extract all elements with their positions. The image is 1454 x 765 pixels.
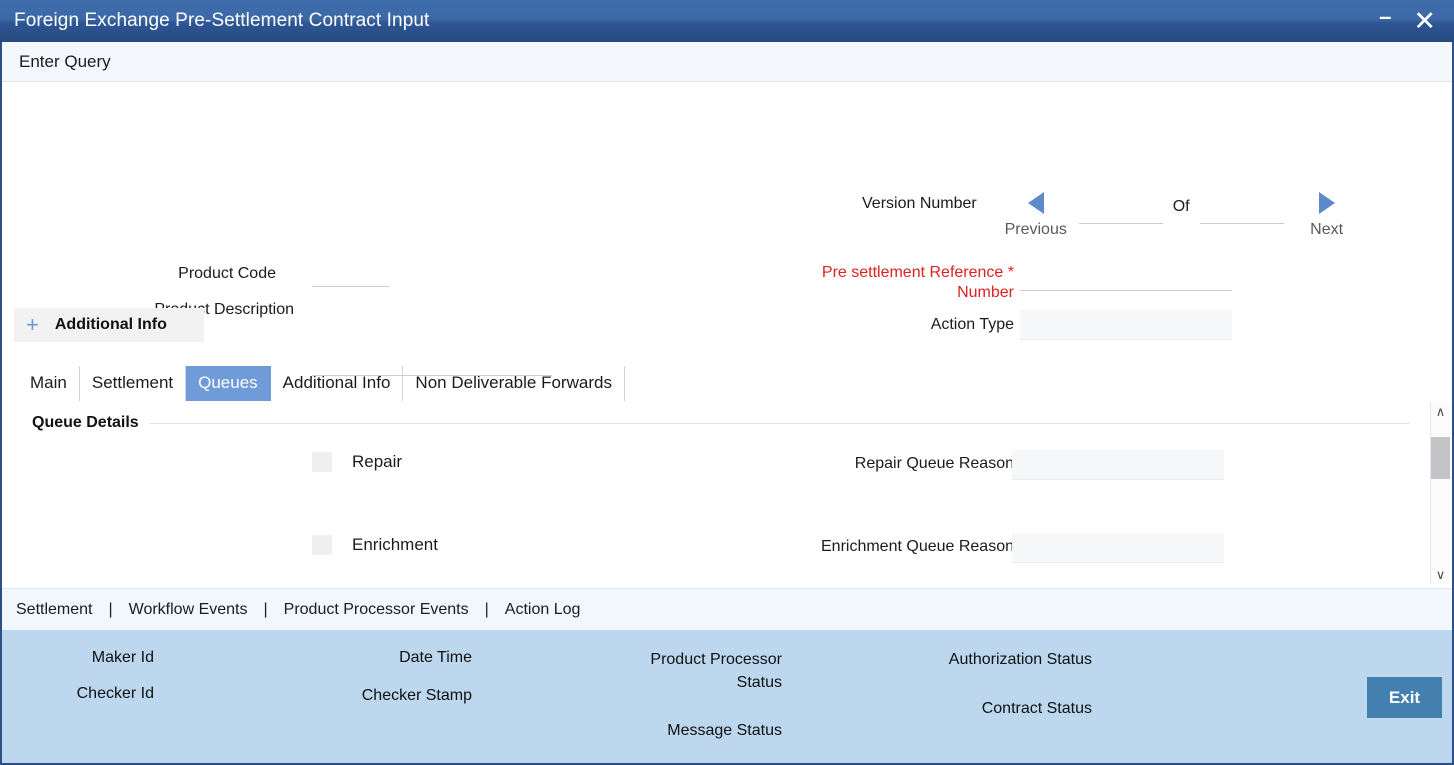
queue-details-section-header: Queue Details — [32, 414, 1410, 432]
window-title: Foreign Exchange Pre-Settlement Contract… — [14, 10, 430, 31]
queue-details-title: Queue Details — [32, 414, 139, 431]
link-separator: | — [484, 600, 489, 618]
minimize-icon[interactable]: – — [1379, 6, 1391, 28]
link-product-processor-events[interactable]: Product Processor Events — [284, 601, 469, 619]
close-icon[interactable]: ✕ — [1413, 7, 1436, 35]
tab-bar: Main Settlement Queues Additional Info N… — [24, 366, 625, 401]
version-total-input[interactable] — [1199, 198, 1284, 224]
sub-screen-links-bar: Settlement | Workflow Events | Product P… — [2, 588, 1452, 630]
application-window: Foreign Exchange Pre-Settlement Contract… — [0, 0, 1454, 765]
pre-settlement-reference-label-line2: Number — [957, 284, 1014, 302]
tab-settlement[interactable]: Settlement — [80, 366, 187, 401]
panel-scrollbar[interactable]: ∧ ∨ — [1430, 402, 1450, 584]
previous-arrow-icon[interactable] — [1027, 192, 1044, 214]
repair-checkbox-row[interactable]: Repair — [312, 452, 402, 472]
link-settlement[interactable]: Settlement — [16, 601, 92, 619]
scroll-down-icon[interactable]: ∨ — [1436, 565, 1446, 584]
scrollbar-thumb[interactable] — [1431, 437, 1450, 479]
version-number-label: Version Number — [862, 195, 977, 212]
enrichment-checkbox-label: Enrichment — [352, 535, 438, 554]
enrichment-queue-reason-input[interactable] — [1012, 533, 1224, 563]
header-form: Version Number Previous Of Next Product … — [2, 82, 1452, 376]
link-separator: | — [108, 600, 113, 618]
scroll-up-icon[interactable]: ∧ — [1436, 402, 1446, 421]
queues-tab-panel: Queue Details — [2, 401, 1452, 585]
product-code-input[interactable] — [312, 263, 389, 287]
additional-info-accordion[interactable]: + Additional Info — [14, 308, 204, 342]
next-label: Next — [1310, 221, 1344, 238]
enrichment-checkbox-row[interactable]: Enrichment — [312, 535, 438, 555]
checker-stamp-label: Checker Stamp — [361, 687, 472, 704]
action-type-label: Action Type — [930, 316, 1014, 333]
date-time-label: Date Time — [399, 649, 472, 666]
previous-label: Previous — [1004, 221, 1067, 238]
repair-queue-reason-label: Repair Queue Reason — [854, 455, 1014, 472]
next-version-control[interactable]: Next — [1288, 192, 1366, 239]
version-number-row: Version Number Previous Of Next — [862, 192, 1366, 239]
next-arrow-icon[interactable] — [1318, 192, 1335, 214]
plus-icon: + — [26, 312, 39, 337]
version-current-input[interactable] — [1078, 198, 1163, 224]
repair-checkbox[interactable] — [312, 452, 332, 472]
message-status-label: Message Status — [667, 722, 782, 739]
tab-queues[interactable]: Queues — [186, 366, 271, 401]
action-type-input[interactable] — [1020, 310, 1232, 340]
exit-button[interactable]: Exit — [1367, 677, 1442, 718]
previous-version-control[interactable]: Previous — [997, 192, 1075, 239]
tab-non-deliverable-forwards[interactable]: Non Deliverable Forwards — [403, 366, 625, 401]
repair-queue-reason-input[interactable] — [1012, 450, 1224, 480]
maker-id-label: Maker Id — [91, 649, 154, 666]
additional-info-accordion-label: Additional Info — [54, 316, 167, 333]
pre-settlement-reference-number-input[interactable] — [1020, 267, 1232, 291]
tab-main[interactable]: Main — [24, 366, 80, 401]
pre-settlement-reference-label-line1: Pre settlement Reference — [821, 264, 1004, 281]
tab-additional-info[interactable]: Additional Info — [271, 366, 404, 401]
product-code-label: Product Code — [178, 265, 276, 282]
scrollbar-track[interactable] — [1431, 421, 1450, 565]
checker-id-label: Checker Id — [76, 685, 154, 702]
enter-query-button[interactable]: Enter Query — [19, 52, 111, 72]
window-controls: – ✕ — [1379, 6, 1436, 35]
pre-settlement-reference-number-label: Pre settlement Reference * Number — [702, 263, 1014, 304]
authorization-status-label: Authorization Status — [948, 651, 1092, 668]
window-titlebar: Foreign Exchange Pre-Settlement Contract… — [0, 0, 1454, 42]
link-separator: | — [263, 600, 268, 618]
product-processor-status-label: Product Processor Status — [650, 651, 782, 691]
required-asterisk-icon: * — [1007, 264, 1014, 281]
link-workflow-events[interactable]: Workflow Events — [129, 601, 248, 619]
link-action-log[interactable]: Action Log — [505, 601, 581, 619]
repair-checkbox-label: Repair — [352, 452, 403, 471]
contract-status-label: Contract Status — [981, 700, 1092, 717]
enrichment-queue-reason-label: Enrichment Queue Reason — [821, 538, 1014, 555]
toolbar: Enter Query — [2, 42, 1452, 82]
version-of-label: Of — [1172, 198, 1190, 215]
enrichment-checkbox[interactable] — [312, 535, 332, 555]
section-divider — [148, 422, 1410, 424]
